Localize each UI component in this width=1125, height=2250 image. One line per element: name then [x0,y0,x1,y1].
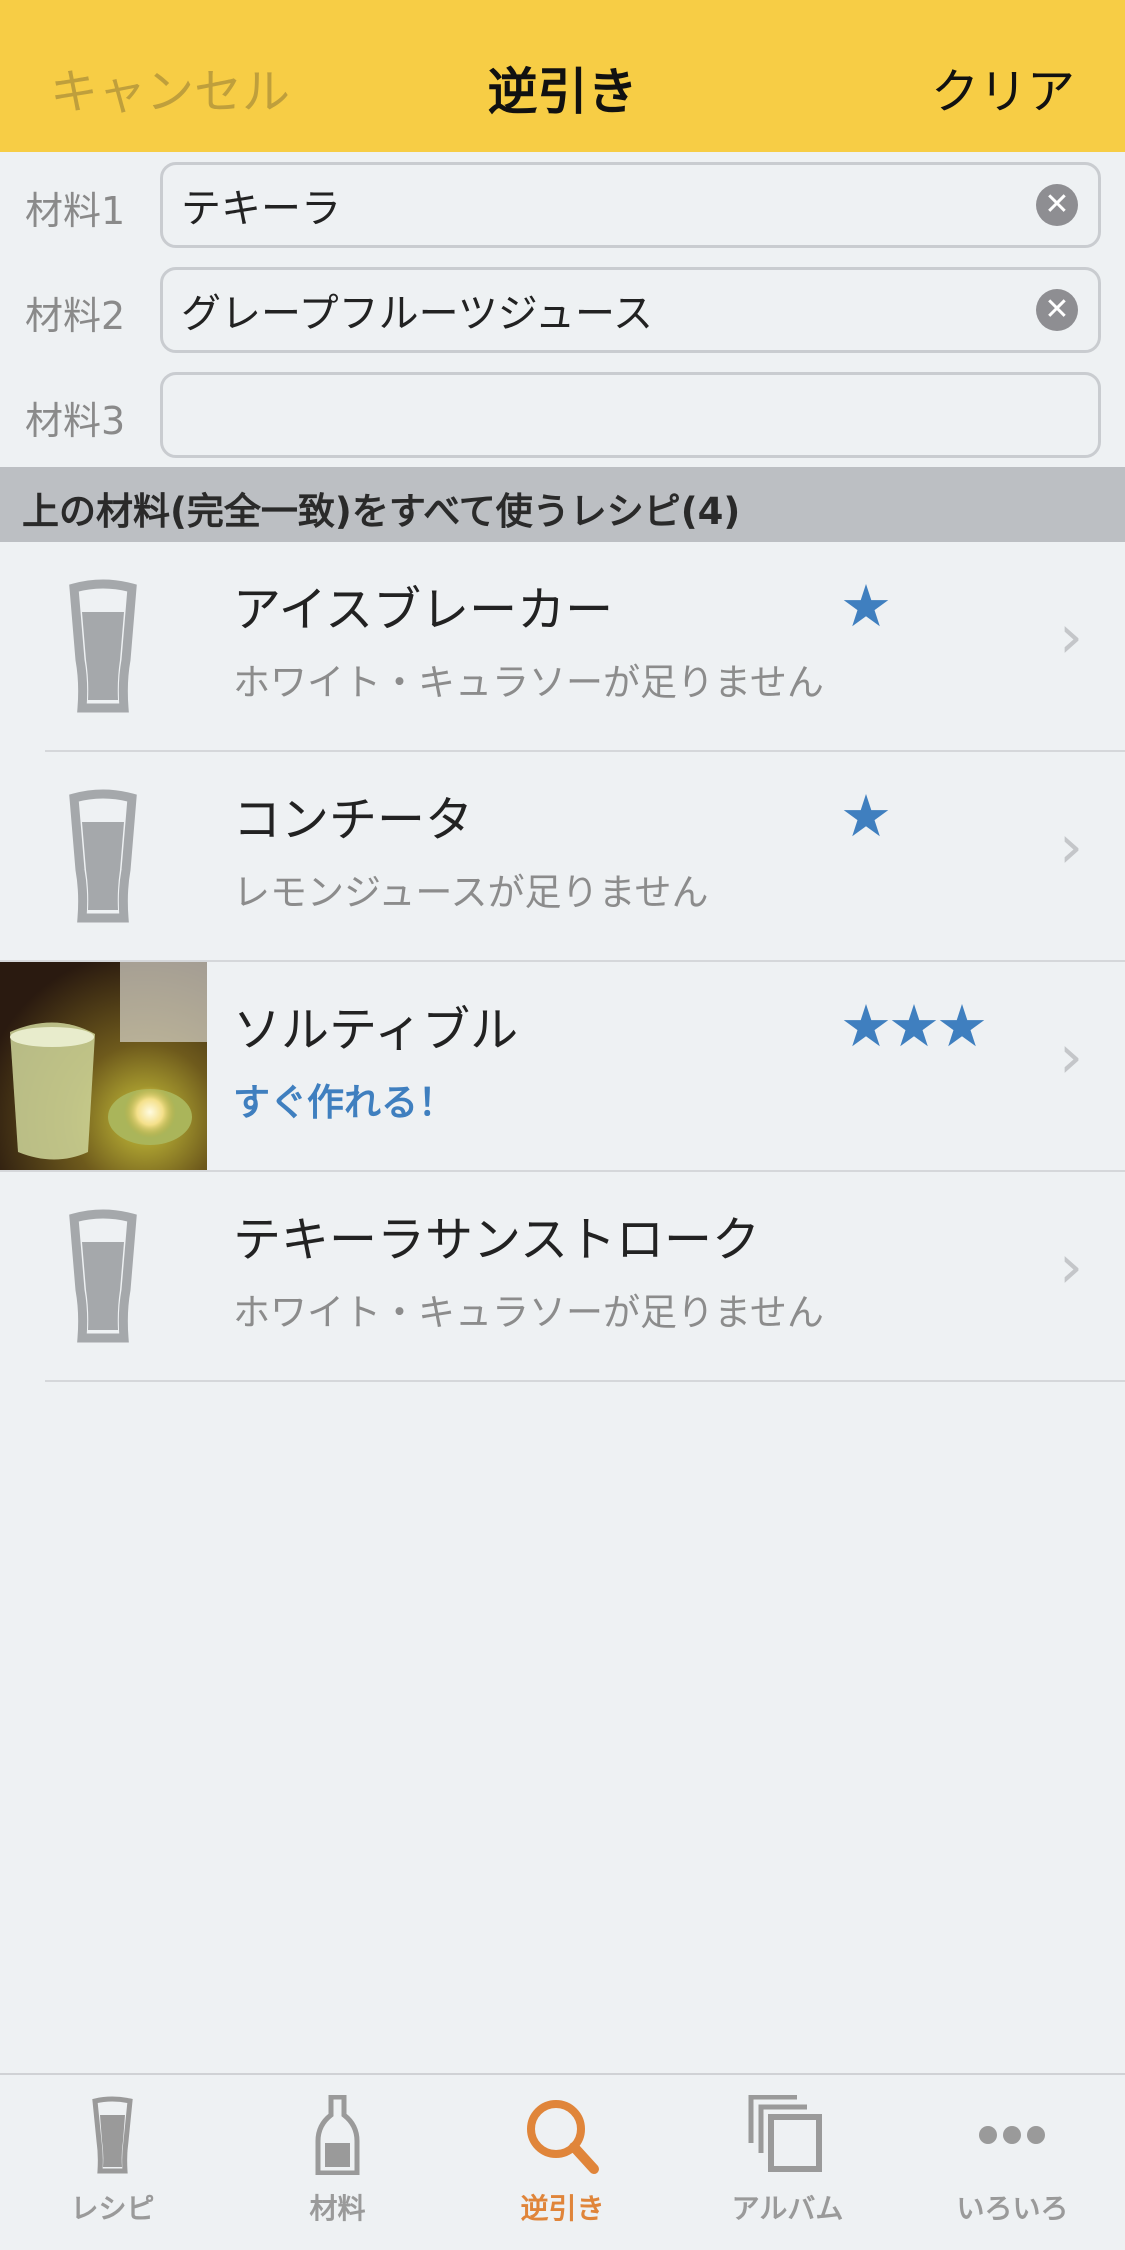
ingredient-row-2: 材料2 ✕ [0,263,1125,353]
chevron-right-icon: › [1059,1022,1083,1092]
section-header-text: 上の材料(完全一致)をすべて使うレシピ(4) [22,490,741,533]
tab-bar: レシピ 材料 逆引き アルバム いろいろ [0,2073,1125,2250]
recipe-status: ホワイト・キュラソーが足りません [233,661,824,704]
tab-label: いろいろ [956,2192,1069,2225]
glass-icon [92,2096,133,2174]
ingredient-input-3[interactable] [181,375,1021,455]
tab-label: アルバム [731,2192,844,2225]
recipe-name: ソルティブル [233,1002,519,1058]
more-icon [979,2126,1045,2144]
tab-label: 材料 [309,2192,366,2225]
cocktail-photo [0,962,207,1172]
clear-text-icon[interactable]: ✕ [1036,184,1078,226]
recipe-name: テキーラサンストローク [233,1212,761,1268]
tab-more[interactable]: いろいろ [900,2075,1125,2250]
album-icon [748,2095,822,2172]
ingredient-field-2[interactable]: ✕ [160,267,1101,353]
recipe-name: コンチータ [233,792,474,848]
tab-album[interactable]: アルバム [675,2075,900,2250]
tab-label: 逆引き [520,2192,605,2225]
recipe-name: アイスブレーカー [233,582,614,638]
recipe-status: ホワイト・キュラソーが足りません [233,1291,824,1334]
ingredient-row-3: 材料3 [0,368,1125,458]
ingredient-input-1[interactable] [181,165,1021,245]
recipe-row[interactable]: テキーラサンストローク ホワイト・キュラソーが足りません › [0,1172,1125,1382]
recipe-status: レモンジュースが足りません [233,871,709,914]
divider [45,1380,1125,1382]
clear-button[interactable]: クリア [931,52,1075,122]
glass-icon [69,579,137,713]
chevron-right-icon: › [1059,1232,1083,1302]
tab-reverse-search[interactable]: 逆引き [450,2075,675,2250]
clear-text-icon[interactable]: ✕ [1036,289,1078,331]
glass-icon [69,1209,137,1343]
tab-ingredients[interactable]: 材料 [225,2075,450,2250]
tab-label: レシピ [70,2192,155,2225]
ingredient-input-2[interactable] [181,270,1021,350]
cancel-button[interactable]: キャンセル [50,52,290,122]
rating-stars-icon: ★ [840,782,892,850]
bottle-icon [315,2095,360,2175]
ingredient-field-3[interactable] [160,372,1101,458]
recipe-row[interactable]: コンチータ ★ レモンジュースが足りません › [0,752,1125,962]
rating-stars-icon: ★★★ [840,992,988,1060]
glass-icon [69,789,137,923]
ingredient-row-1: 材料1 ✕ [0,158,1125,248]
ingredient-label-1: 材料1 [25,189,126,233]
rating-stars-icon: ★ [840,572,892,640]
navigation-bar: キャンセル 逆引き クリア [0,0,1125,152]
ingredient-label-3: 材料3 [25,399,126,443]
tab-recipes[interactable]: レシピ [0,2075,225,2250]
chevron-right-icon: › [1059,812,1083,882]
recipe-row[interactable]: アイスブレーカー ★ ホワイト・キュラソーが足りません › [0,542,1125,752]
recipe-row[interactable]: ソルティブル ★★★ すぐ作れる！ › [0,962,1125,1172]
ingredient-label-2: 材料2 [25,294,126,338]
section-header: 上の材料(完全一致)をすべて使うレシピ(4) [0,467,1125,542]
chevron-right-icon: › [1059,602,1083,672]
recipe-status: すぐ作れる！ [233,1081,455,1124]
ingredient-field-1[interactable]: ✕ [160,162,1101,248]
search-icon [527,2100,599,2174]
